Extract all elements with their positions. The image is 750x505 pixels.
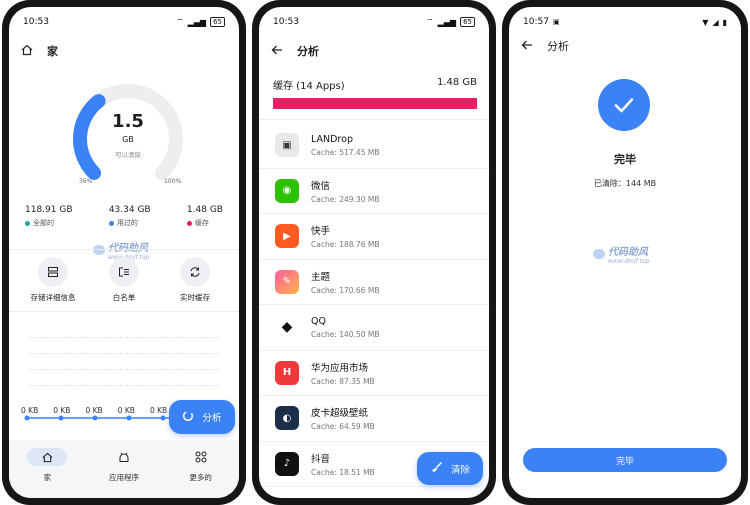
realtime-cache-button[interactable]: 实时缓存 (165, 257, 225, 303)
done-title: 完毕 (614, 153, 636, 166)
app-list-item[interactable]: H 华为应用市场 Cache: 87.35 MB (259, 351, 489, 396)
wifi-icon: ⌔ (426, 17, 434, 26)
cache-summary: 缓存 (14 Apps) 1.48 GB (273, 77, 477, 92)
gauge-right-label: 100% (164, 178, 182, 185)
wifi-icon: ▼ (702, 17, 709, 27)
page-title: 分析 (547, 40, 569, 53)
signal-icon: ◢ (712, 17, 719, 27)
status-bar: 10:53 ⌔ ▂▄▆ 65 (273, 15, 475, 29)
stat-used: 43.34 GB 用过的 (108, 205, 151, 227)
wallpaper-app-icon: ◐ (275, 406, 299, 431)
storage-icon (38, 257, 68, 287)
analyze-icon (182, 410, 194, 425)
finish-button[interactable]: 完毕 (523, 448, 727, 472)
android-icon (104, 448, 144, 466)
chart-gridline (29, 353, 219, 354)
storage-gauge: 1.5 GB 可以清除 (66, 83, 190, 187)
whitelist-icon (109, 257, 139, 287)
app-list-item[interactable]: ▣ LANDrop Cache: 517.45 MB (259, 123, 489, 169)
chart-gridline (29, 369, 219, 370)
watermark-logo-icon (593, 249, 605, 259)
douyin-icon: ♪ (275, 451, 299, 476)
status-time: 10:53 (273, 17, 299, 27)
whitelist-button[interactable]: 白名单 (94, 257, 154, 303)
battery-icon: ▮ (722, 17, 727, 27)
app-list-item[interactable]: ✎ 主题 Cache: 170.66 MB (259, 260, 489, 305)
stat-dot (25, 220, 30, 226)
app-list-item[interactable]: ◉ 微信 Cache: 249.30 MB (259, 169, 489, 214)
app-list-item[interactable]: ◆ QQ Cache: 140.50 MB (259, 305, 489, 351)
status-bar: 10:53 ⌔ ▂▄▆ 65 (23, 15, 225, 29)
grid-icon (181, 448, 221, 466)
storage-stats: 118.91 GB 全部的 43.34 GB 用过的 1.48 GB 缓存 (25, 205, 223, 228)
gauge-value: 1.5 (112, 111, 144, 132)
stat-dot (108, 220, 114, 226)
theme-icon: ✎ (275, 269, 299, 294)
watermark-logo-icon (93, 245, 105, 255)
app-list-item[interactable]: ▶ 快手 Cache: 188.76 MB (259, 214, 489, 260)
chart-gridline (29, 385, 219, 386)
refresh-icon (180, 257, 210, 287)
stat-cache: 1.48 GB 缓存 (186, 205, 223, 227)
nav-home[interactable]: 家 (17, 448, 77, 483)
stat-dot (186, 220, 192, 226)
signal-icon: ▂▄▆ (437, 17, 457, 27)
home-icon (21, 44, 33, 59)
phone-done: 10:57 ▣ ▼ ◢ ▮ 分析 完毕 已清除：144 MB 代码助风 www.d… (502, 0, 748, 505)
landrop-icon: ▣ (275, 133, 299, 158)
home-icon (27, 448, 68, 466)
status-bar: 10:57 ▣ ▼ ◢ ▮ (523, 15, 727, 29)
nav-more[interactable]: 更多的 (171, 448, 231, 483)
nav-apps[interactable]: 应用程序 (94, 448, 154, 483)
gauge-unit: GB (122, 135, 134, 144)
divider (259, 119, 489, 120)
battery-icon: 65 (210, 17, 225, 27)
phone-analysis: 10:53 ⌔ ▂▄▆ 65 分析 缓存 (14 Apps) 1.48 GB ▣… (252, 0, 496, 505)
qq-penguin-icon: ◆ (275, 315, 299, 340)
app-list-item[interactable]: ◐ 皮卡超级壁纸 Cache: 64.59 MB (259, 396, 489, 442)
cache-label: 缓存 (14 Apps) (273, 81, 345, 92)
app-list: ▣ LANDrop Cache: 517.45 MB ◉ 微信 Cache: 249… (259, 123, 489, 487)
gauge-caption: 可以清除 (115, 151, 141, 159)
wechat-icon: ◉ (275, 178, 299, 203)
page-title: 分析 (297, 45, 319, 58)
notification-icon: ▣ (552, 18, 560, 26)
broom-icon (430, 461, 443, 477)
cleared-amount: 已清除：144 MB (593, 179, 657, 188)
kuaishou-icon: ▶ (275, 224, 299, 249)
analysis-screen: 10:53 ⌔ ▂▄▆ 65 分析 缓存 (14 Apps) 1.48 GB ▣… (259, 7, 489, 498)
signal-icon: ▂▄▆ (187, 17, 207, 27)
status-time: 10:57 (523, 17, 549, 27)
back-arrow-icon[interactable] (271, 44, 283, 59)
done-screen: 10:57 ▣ ▼ ◢ ▮ 分析 完毕 已清除：144 MB 代码助风 www.d… (509, 7, 741, 498)
success-check-icon (598, 79, 650, 131)
page-title: 家 (47, 45, 58, 58)
analyze-fab[interactable]: 分析 (169, 400, 235, 434)
phone-home: 10:53 ⌔ ▂▄▆ 65 家 1.5 GB 可以清除 36% 100% 11… (2, 0, 246, 505)
divider (9, 311, 239, 312)
gauge-left-label: 36% (79, 178, 93, 185)
battery-icon: 65 (460, 17, 475, 27)
stat-total: 118.91 GB 全部的 (25, 205, 73, 227)
huawei-appgallery-icon: H (275, 360, 299, 385)
cache-total: 1.48 GB (436, 77, 477, 88)
cache-bar (273, 98, 477, 109)
cache-timeline-line (24, 415, 169, 421)
chart-gridline (29, 337, 219, 338)
home-screen: 10:53 ⌔ ▂▄▆ 65 家 1.5 GB 可以清除 36% 100% 11… (9, 7, 239, 498)
wifi-icon: ⌔ (176, 17, 184, 26)
watermark: 代码助风www.dmjf.top (593, 243, 649, 265)
status-time: 10:53 (23, 17, 49, 27)
back-arrow-icon[interactable] (521, 39, 533, 54)
divider (9, 249, 239, 250)
clean-fab[interactable]: 清除 (417, 452, 483, 485)
storage-details-button[interactable]: 存储详细信息 (23, 257, 83, 303)
bottom-nav: 家 应用程序 更多的 (9, 440, 239, 498)
quick-actions: 存储详细信息 白名单 实时缓存 (23, 257, 225, 303)
